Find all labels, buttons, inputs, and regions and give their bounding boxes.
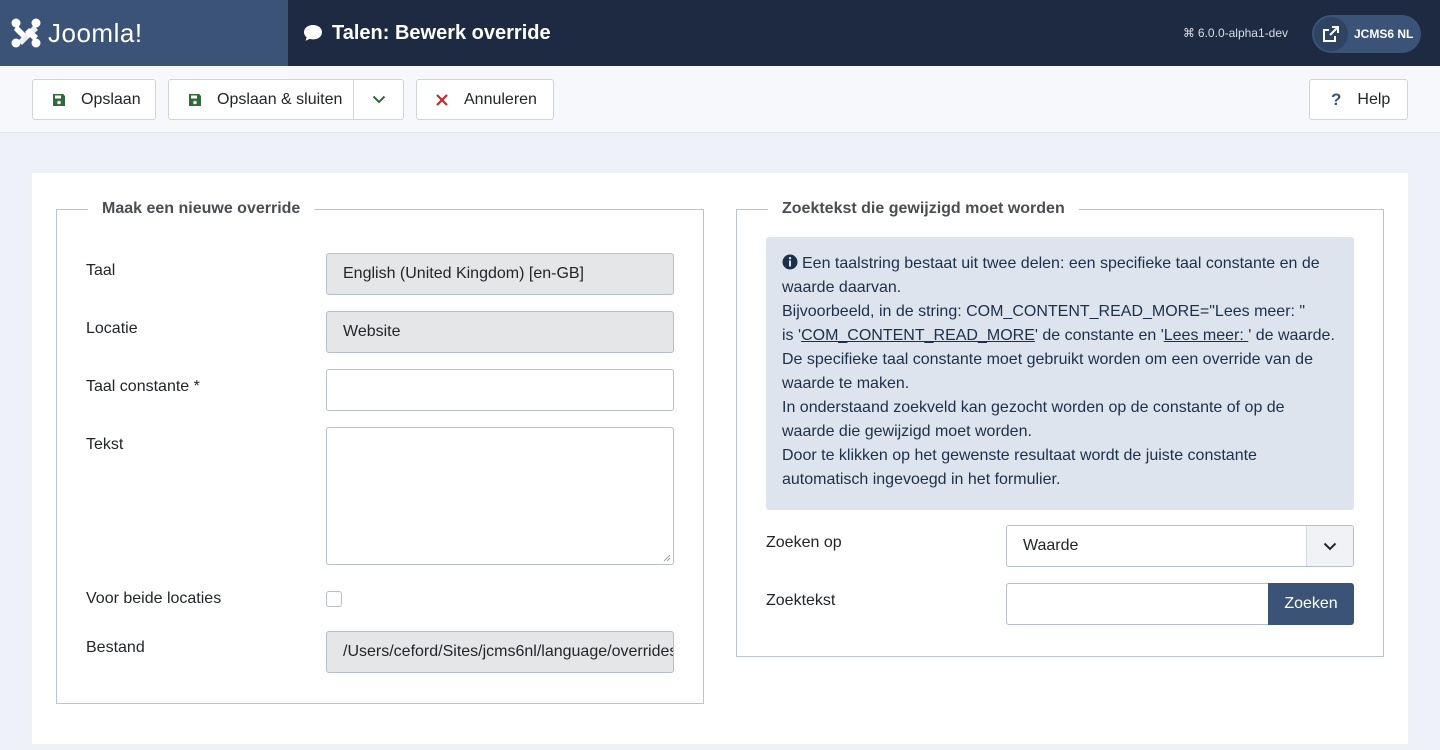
info-alert: Een taalstring bestaat uit twee delen: e…: [766, 237, 1354, 510]
new-override-legend: Maak een nieuwe override: [88, 200, 315, 218]
info-3-mid: ' de constante en ': [1034, 327, 1164, 344]
question-icon: ?: [1331, 89, 1342, 109]
constante-label: Taal constante *: [86, 378, 200, 395]
site-name: JCMS6 NL: [1354, 27, 1414, 41]
info-line-6: Door te klikken op het gewenste resultaa…: [782, 447, 1257, 488]
comment-icon: [304, 25, 322, 41]
constante-input[interactable]: [326, 369, 674, 411]
save-button[interactable]: Opslaan: [32, 79, 156, 120]
info-line-5: In onderstaand zoekveld kan gezocht word…: [782, 399, 1285, 440]
save-close-label: Opslaan & sluiten: [217, 90, 343, 108]
save-icon: [53, 93, 65, 106]
tekst-textarea[interactable]: [326, 427, 674, 565]
new-override-fieldset: Maak een nieuwe override Taal English (U…: [56, 200, 704, 704]
logo-text: Joomla!: [48, 17, 143, 48]
bestand-field: /Users/ceford/Sites/jcms6nl/language/ove…: [326, 631, 674, 673]
app-header: Joomla! Talen: Bewerk override ⌘ 6.0.0-a…: [0, 0, 1440, 66]
close-icon: [436, 93, 448, 106]
joomla-small-icon: ⌘: [1182, 26, 1195, 40]
search-fieldset: Zoektekst die gewijzigd moet worden Een …: [736, 200, 1384, 657]
help-label: Help: [1357, 90, 1391, 108]
zoektekst-input[interactable]: [1006, 583, 1268, 625]
taal-value: English (United Kingdom) [en-GB]: [343, 265, 584, 282]
joomla-logo[interactable]: Joomla!: [0, 0, 288, 66]
cancel-label: Annuleren: [464, 90, 537, 108]
save-close-button[interactable]: Opslaan & sluiten: [169, 80, 355, 119]
zoeken-op-label: Zoeken op: [766, 534, 842, 551]
beide-label: Voor beide locaties: [86, 590, 222, 607]
beide-checkbox[interactable]: [326, 591, 342, 607]
zoeken-op-select[interactable]: Waarde: [1006, 525, 1354, 567]
save-icon: [189, 93, 201, 106]
view-site-button[interactable]: JCMS6 NL: [1312, 15, 1421, 53]
page-title: Talen: Bewerk override: [332, 21, 551, 44]
info-line-4: De specifieke taal constante moet gebrui…: [782, 351, 1313, 392]
locatie-field: Website: [326, 311, 674, 353]
info-3-constant: COM_CONTENT_READ_MORE: [801, 327, 1035, 344]
zoeken-op-value: Waarde: [1023, 537, 1079, 554]
save-close-group: Opslaan & sluiten: [168, 79, 404, 120]
bestand-label: Bestand: [86, 639, 145, 656]
bestand-value: /Users/ceford/Sites/jcms6nl/language/ove…: [343, 643, 673, 660]
zoektekst-label: Zoektekst: [766, 592, 836, 609]
info-line-2: Bijvoorbeeld, in de string: COM_CONTENT_…: [782, 303, 1306, 320]
help-button[interactable]: ? Help: [1309, 79, 1408, 120]
info-text-1: Een taalstring bestaat uit twee delen: e…: [782, 255, 1320, 296]
search-legend: Zoektekst die gewijzigd moet worden: [768, 200, 1079, 218]
save-label: Opslaan: [81, 90, 141, 108]
locatie-value: Website: [343, 323, 401, 340]
version-info: ⌘ 6.0.0-alpha1-dev: [1183, 0, 1288, 66]
info-line-1: Een taalstring bestaat uit twee delen: e…: [782, 252, 1338, 300]
chevron-down-icon: [1306, 526, 1353, 566]
cancel-button[interactable]: Annuleren: [416, 79, 554, 120]
resize-handle-icon[interactable]: [663, 554, 671, 562]
content-card: Maak een nieuwe override Taal English (U…: [32, 173, 1408, 744]
joomla-logo-icon: [11, 18, 41, 48]
chevron-down-icon: [372, 95, 385, 104]
page-heading: Talen: Bewerk override: [303, 0, 551, 66]
toolbar: Opslaan Opslaan & sluiten Annuleren ? He…: [0, 66, 1440, 133]
info-3-pre: is ': [782, 327, 802, 344]
zoeken-button[interactable]: Zoeken: [1268, 583, 1354, 625]
info-circle-icon: [782, 254, 798, 270]
taal-field: English (United Kingdom) [en-GB]: [326, 253, 674, 295]
version-text: 6.0.0-alpha1-dev: [1197, 26, 1288, 40]
info-3-value: Lees meer:: [1163, 327, 1249, 344]
info-line-3: is 'COM_CONTENT_READ_MORE' de constante …: [782, 324, 1338, 348]
taal-label: Taal: [86, 262, 116, 279]
tekst-label: Tekst: [86, 436, 124, 453]
zoektekst-group: Zoeken: [1006, 583, 1354, 625]
external-link-icon: [1314, 17, 1348, 51]
info-3-post: ' de waarde.: [1248, 327, 1335, 344]
locatie-label: Locatie: [86, 320, 138, 337]
save-options-dropdown[interactable]: [354, 80, 403, 119]
